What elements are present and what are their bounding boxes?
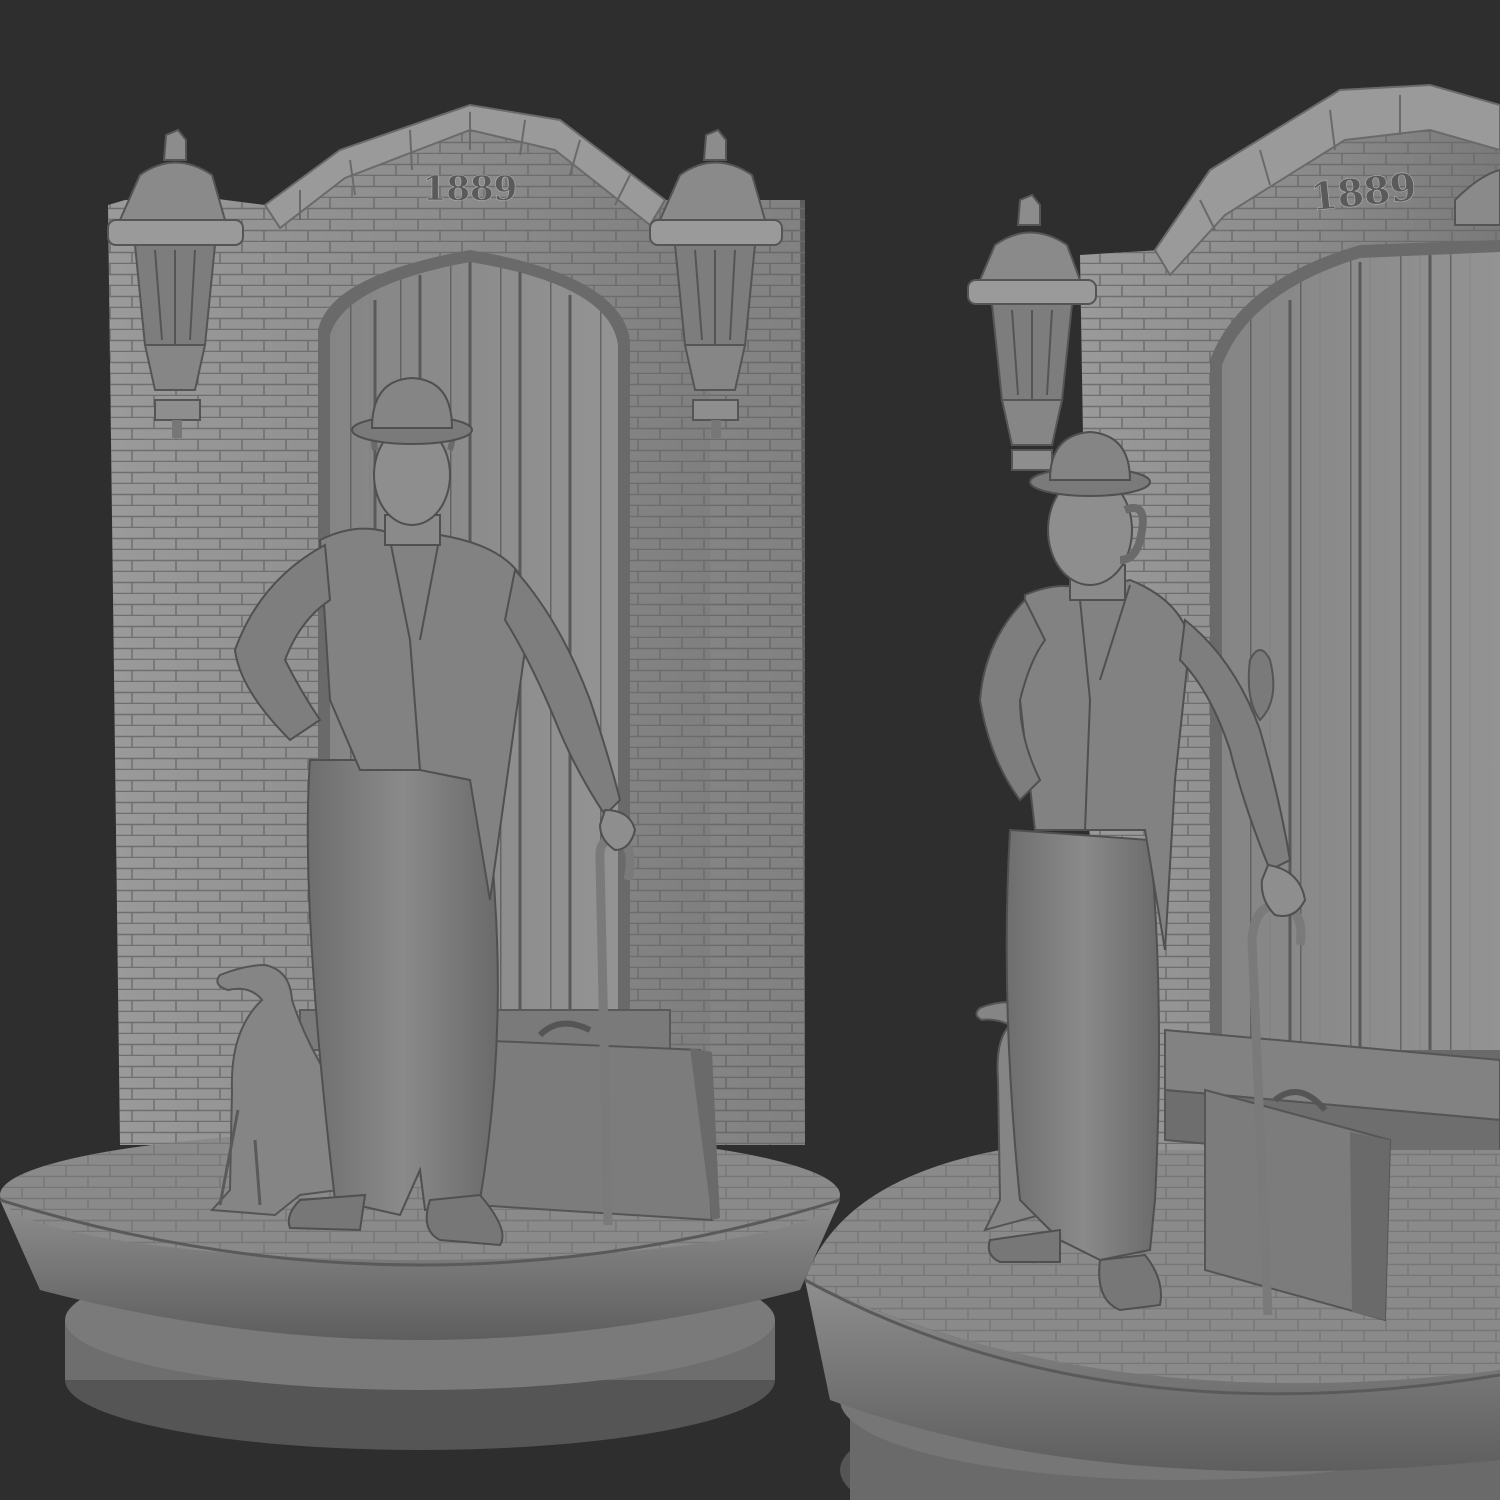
- left-view: 1889: [0, 103, 841, 1450]
- right-view: 1889: [804, 83, 1500, 1500]
- right-lantern: [967, 193, 1097, 471]
- render-canvas: 1889 1889: [0, 0, 1500, 1500]
- left-suitcase: [468, 1020, 720, 1222]
- left-year-text: 1889: [423, 169, 518, 209]
- sculpture-render: 1889 1889: [0, 83, 1500, 1500]
